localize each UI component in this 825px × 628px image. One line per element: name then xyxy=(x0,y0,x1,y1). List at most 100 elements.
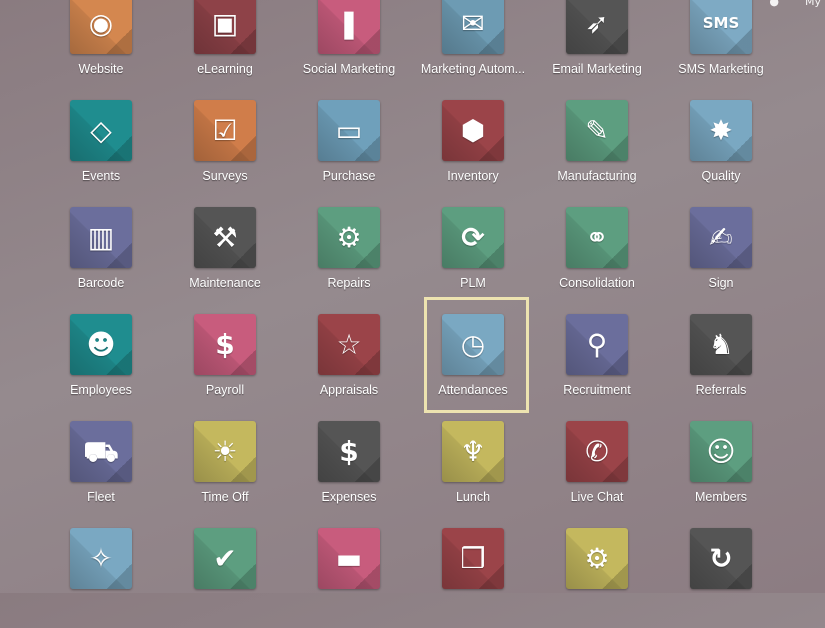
app-events[interactable]: ◇ Events xyxy=(46,100,156,200)
app-sign[interactable]: ✍ Sign xyxy=(666,207,776,307)
sign-document-icon: ✍ xyxy=(709,220,733,254)
app-members[interactable]: ☺ Members xyxy=(666,421,776,521)
app-label: Employees xyxy=(70,383,132,397)
app-inventory[interactable]: ⬢ Inventory xyxy=(418,100,528,200)
app-attendances[interactable]: ◷ Attendances xyxy=(418,314,528,414)
app-quality[interactable]: ✸ Quality xyxy=(666,100,776,200)
app-tile[interactable]: ◉ xyxy=(70,0,132,54)
app-tile[interactable]: ⚙ xyxy=(318,207,380,268)
user-menu[interactable]: My xyxy=(805,0,821,8)
app-rfid-card-icon[interactable]: ▬ xyxy=(294,528,404,628)
user-sun-icon: ☀ xyxy=(212,434,238,468)
app-website[interactable]: ◉ Website xyxy=(46,0,156,93)
app-tile[interactable]: ◷ xyxy=(442,314,504,375)
app-cubes-icon[interactable]: ❒ xyxy=(418,528,528,628)
app-repairs[interactable]: ⚙ Repairs xyxy=(294,207,404,307)
app-time-off[interactable]: ☀ Time Off xyxy=(170,421,280,521)
app-tile[interactable]: ⬢ xyxy=(442,100,504,161)
user-icon: ☺ xyxy=(706,434,736,468)
app-social-marketing[interactable]: ❚ Social Marketing xyxy=(294,0,404,93)
app-label: Quality xyxy=(701,169,741,183)
app-payroll[interactable]: $ Payroll xyxy=(170,314,280,414)
app-tile[interactable]: ✔ xyxy=(194,528,256,589)
app-label: Fleet xyxy=(87,490,115,504)
app-tile[interactable]: ✸ xyxy=(690,100,752,161)
app-expenses[interactable]: $ Expenses xyxy=(294,421,404,521)
app-label: Appraisals xyxy=(319,383,379,397)
app-tile[interactable]: ⛟ xyxy=(70,421,132,482)
app-tile[interactable]: ✉ xyxy=(442,0,504,54)
app-label: Purchase xyxy=(322,169,376,183)
app-tile[interactable]: ▣ xyxy=(194,0,256,54)
app-label: Marketing Autom... xyxy=(420,62,526,76)
app-maintenance[interactable]: ⚒ Maintenance xyxy=(170,207,280,307)
app-email-marketing[interactable]: ➶ Email Marketing xyxy=(542,0,652,93)
app-barcode[interactable]: ▥ Barcode xyxy=(46,207,156,307)
app-tile[interactable]: ▬ xyxy=(318,528,380,589)
app-tile[interactable]: ☀ xyxy=(194,421,256,482)
user-dollar-icon: $ xyxy=(339,434,359,468)
app-sms-marketing[interactable]: SMS SMS Marketing xyxy=(666,0,776,93)
app-label: Barcode xyxy=(77,276,125,290)
chat-bubbles-icon: ✆ xyxy=(585,434,609,468)
app-purchase[interactable]: ▭ Purchase xyxy=(294,100,404,200)
app-label: Payroll xyxy=(205,383,245,397)
app-tile[interactable]: ☺ xyxy=(690,421,752,482)
paper-plane-icon: ➶ xyxy=(585,6,609,40)
app-elearning[interactable]: ▣ eLearning xyxy=(170,0,280,93)
app-user-check-icon[interactable]: ✔ xyxy=(170,528,280,628)
app-refresh-alert-icon[interactable]: ↻ xyxy=(666,528,776,628)
app-tile[interactable]: SMS xyxy=(690,0,752,54)
app-tile[interactable]: ⚒ xyxy=(194,207,256,268)
app-tile[interactable]: ✆ xyxy=(566,421,628,482)
app-label: Expenses xyxy=(321,490,377,504)
ticket-icon: ◇ xyxy=(90,113,112,147)
app-label: Lunch xyxy=(455,490,491,504)
app-surveys[interactable]: ☑ Surveys xyxy=(170,100,280,200)
app-label: PLM xyxy=(460,276,486,290)
app-tile[interactable]: ♆ xyxy=(442,421,504,482)
thumbs-up-icon: ❚ xyxy=(337,6,361,40)
app-tile[interactable]: ♞ xyxy=(690,314,752,375)
app-tile[interactable]: ⟳ xyxy=(442,207,504,268)
app-lunch[interactable]: ♆ Lunch xyxy=(418,421,528,521)
app-broom-data-icon[interactable]: ✧ xyxy=(46,528,156,628)
app-marketing-autom[interactable]: ✉ Marketing Autom... xyxy=(418,0,528,93)
app-label: eLearning xyxy=(197,62,253,76)
wrench-gear-icon: ⚙ xyxy=(336,220,362,254)
app-fleet[interactable]: ⛟ Fleet xyxy=(46,421,156,521)
app-tile[interactable]: ⚭ xyxy=(566,207,628,268)
app-tile[interactable]: ✍ xyxy=(690,207,752,268)
app-tile[interactable]: ➶ xyxy=(566,0,628,54)
star-icon: ☆ xyxy=(336,327,362,361)
app-recruitment[interactable]: ⚲ Recruitment xyxy=(542,314,652,414)
app-tile[interactable]: ⚲ xyxy=(566,314,628,375)
app-tile[interactable]: $ xyxy=(318,421,380,482)
app-appraisals[interactable]: ☆ Appraisals xyxy=(294,314,404,414)
app-consolidation[interactable]: ⚭ Consolidation xyxy=(542,207,652,307)
app-manufacturing[interactable]: ✎ Manufacturing xyxy=(542,100,652,200)
app-label: Website xyxy=(78,62,124,76)
app-tile[interactable]: ❚ xyxy=(318,0,380,54)
app-tile[interactable]: ⚙ xyxy=(566,528,628,589)
app-label: Email Marketing xyxy=(552,62,642,76)
app-tile[interactable]: ✧ xyxy=(70,528,132,589)
app-referrals[interactable]: ♞ Referrals xyxy=(666,314,776,414)
app-live-chat[interactable]: ✆ Live Chat xyxy=(542,421,652,521)
app-tile[interactable]: ☻ xyxy=(70,314,132,375)
app-gear-icon[interactable]: ⚙ xyxy=(542,528,652,628)
app-tile[interactable]: ❒ xyxy=(442,528,504,589)
app-employees[interactable]: ☻ Employees xyxy=(46,314,156,414)
app-tile[interactable]: ◇ xyxy=(70,100,132,161)
app-tile[interactable]: ✎ xyxy=(566,100,628,161)
app-tile[interactable]: ▥ xyxy=(70,207,132,268)
app-tile[interactable]: $ xyxy=(194,314,256,375)
hammer-icon: ⚒ xyxy=(212,220,238,254)
app-tile[interactable]: ▭ xyxy=(318,100,380,161)
app-plm[interactable]: ⟳ PLM xyxy=(418,207,528,307)
credit-card-icon: ▭ xyxy=(335,113,363,147)
app-tile[interactable]: ☑ xyxy=(194,100,256,161)
user-clock-icon: ◷ xyxy=(460,327,486,361)
app-tile[interactable]: ☆ xyxy=(318,314,380,375)
app-tile[interactable]: ↻ xyxy=(690,528,752,589)
